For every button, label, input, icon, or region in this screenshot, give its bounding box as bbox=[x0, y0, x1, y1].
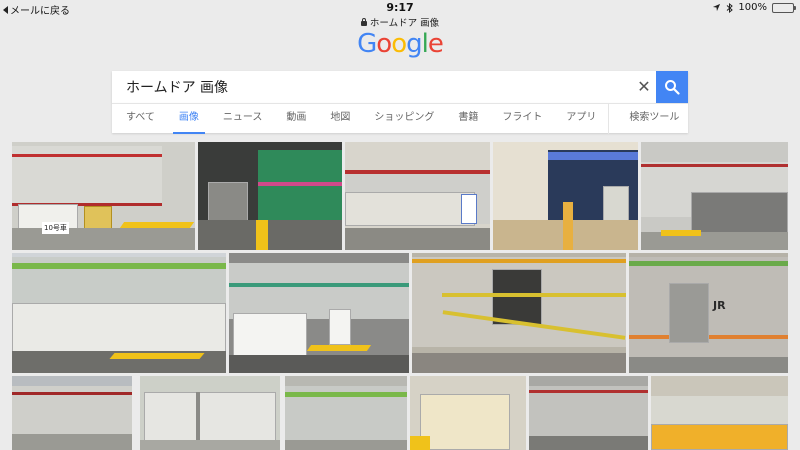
image-result[interactable]: 10号車 bbox=[12, 142, 195, 250]
tab-shopping[interactable]: ショッピング bbox=[362, 104, 446, 134]
clock: 9:17 bbox=[386, 1, 414, 14]
image-result[interactable] bbox=[12, 376, 132, 450]
tab-flights[interactable]: フライト bbox=[490, 104, 554, 134]
image-result[interactable] bbox=[493, 142, 638, 250]
location-icon bbox=[713, 3, 721, 12]
image-result[interactable] bbox=[529, 376, 648, 450]
address-bar[interactable]: ホームドア 画像 bbox=[0, 15, 800, 29]
tab-news[interactable]: ニュース bbox=[211, 104, 275, 134]
bluetooth-icon bbox=[727, 2, 734, 13]
image-result[interactable] bbox=[641, 142, 788, 250]
search-box: ✕ bbox=[112, 71, 688, 103]
search-button[interactable] bbox=[656, 71, 688, 103]
search-icon bbox=[665, 80, 680, 95]
image-result[interactable] bbox=[12, 253, 226, 373]
tab-images[interactable]: 画像 bbox=[167, 104, 211, 134]
tab-maps[interactable]: 地図 bbox=[318, 104, 362, 134]
status-bar: メールに戻る 9:17 100% bbox=[0, 0, 800, 17]
battery-icon bbox=[772, 2, 796, 13]
close-icon[interactable]: ✕ bbox=[634, 77, 654, 97]
tab-all[interactable]: すべて bbox=[112, 104, 167, 134]
tab-videos[interactable]: 動画 bbox=[274, 104, 318, 134]
image-result[interactable] bbox=[412, 253, 626, 373]
search-tabs: すべて 画像 ニュース 動画 地図 ショッピング 書籍 フライト アプリ 検索ツ… bbox=[112, 103, 688, 134]
image-result[interactable] bbox=[198, 142, 342, 250]
lock-icon bbox=[360, 18, 367, 26]
image-result[interactable] bbox=[410, 376, 526, 450]
battery-percent: 100% bbox=[738, 2, 767, 13]
google-logo[interactable]: Google bbox=[0, 29, 800, 59]
image-result[interactable] bbox=[285, 376, 407, 450]
image-result[interactable] bbox=[345, 142, 490, 250]
car-number-sign: 10号車 bbox=[42, 222, 69, 234]
jr-logo: JR bbox=[713, 299, 726, 312]
status-icons: 100% bbox=[712, 2, 796, 13]
tab-books[interactable]: 書籍 bbox=[446, 104, 490, 134]
image-result[interactable]: JR bbox=[629, 253, 788, 373]
tab-apps[interactable]: アプリ bbox=[554, 104, 608, 134]
image-result[interactable] bbox=[140, 376, 280, 450]
image-result[interactable] bbox=[229, 253, 409, 373]
tab-search-tools[interactable]: 検索ツール bbox=[608, 104, 699, 134]
image-result[interactable] bbox=[651, 376, 788, 450]
address-text: ホームドア 画像 bbox=[369, 18, 440, 29]
search-input[interactable] bbox=[112, 71, 632, 103]
